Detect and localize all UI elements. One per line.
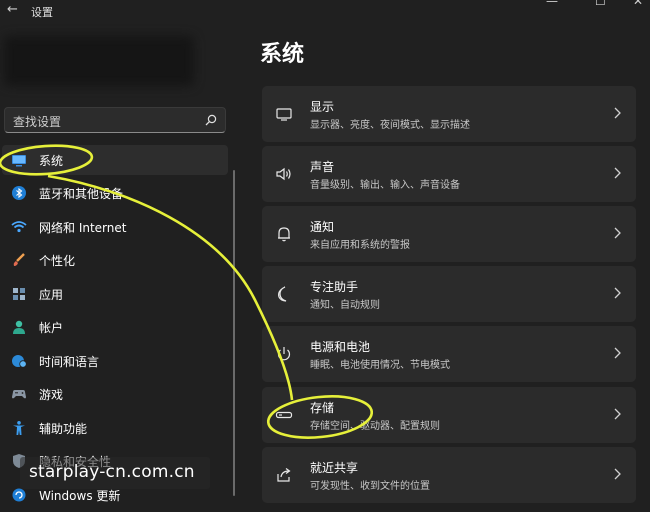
- card-title: 通知: [310, 220, 335, 234]
- card-title: 显示: [310, 100, 335, 114]
- sidebar-item-personalization[interactable]: 个性化: [2, 245, 228, 275]
- settings-card-nearby-sharing[interactable]: 就近共享 可发现性、收到文件的位置: [262, 447, 636, 503]
- power-icon: [277, 347, 291, 361]
- monitor-icon: [276, 108, 292, 121]
- sidebar-item-system[interactable]: 系统: [2, 145, 228, 175]
- sidebar-item-gaming[interactable]: 游戏: [2, 379, 228, 409]
- card-subtitle: 显示器、亮度、夜间模式、显示描述: [310, 120, 470, 131]
- card-subtitle: 可发现性、收到文件的位置: [310, 481, 430, 492]
- sidebar-item-accounts[interactable]: 帐户: [2, 312, 228, 342]
- sidebar-item-apps[interactable]: 应用: [2, 279, 228, 309]
- sidebar-item-accessibility[interactable]: 辅助功能: [2, 413, 228, 443]
- chevron-right-icon: [614, 287, 621, 299]
- card-title: 声音: [310, 160, 335, 174]
- sidebar-item-label: 个性化: [39, 254, 76, 268]
- card-title: 存储: [310, 401, 335, 415]
- bell-icon: [278, 227, 290, 242]
- chevron-right-icon: [614, 408, 621, 420]
- accessibility-icon: [13, 421, 25, 435]
- minimize-button[interactable]: —: [546, 0, 558, 8]
- settings-card-sound[interactable]: 声音 音量级别、输出、输入、声音设备: [262, 146, 636, 202]
- sidebar-item-label: 时间和语言: [39, 355, 100, 369]
- settings-card-power-battery[interactable]: 电源和电池 睡眠、电池使用情况、节电模式: [262, 326, 636, 382]
- sidebar-item-network[interactable]: 网络和 Internet: [2, 212, 228, 242]
- globe-clock-icon: [12, 355, 27, 368]
- card-subtitle: 来自应用和系统的警报: [310, 240, 410, 251]
- wifi-icon: [11, 221, 27, 233]
- sidebar-item-label: 游戏: [39, 388, 64, 402]
- sidebar-item-label: Windows 更新: [39, 489, 121, 503]
- settings-card-display[interactable]: 显示 显示器、亮度、夜间模式、显示描述: [262, 86, 636, 142]
- search-icon[interactable]: [204, 113, 218, 127]
- moon-icon: [278, 286, 287, 302]
- watermark-text: starplay-cn.com.cn: [29, 462, 195, 482]
- chevron-right-icon: [614, 107, 621, 119]
- card-title: 电源和电池: [310, 340, 371, 354]
- bluetooth-icon: [12, 186, 26, 200]
- card-title: 就近共享: [310, 461, 359, 475]
- person-icon: [13, 320, 25, 334]
- update-icon: [12, 488, 26, 502]
- page-title: 系统: [260, 42, 305, 67]
- sidebar-item-label: 系统: [39, 154, 64, 168]
- card-subtitle: 存储空间、驱动器、配置规则: [310, 421, 440, 432]
- sidebar-item-time-language[interactable]: 时间和语言: [2, 346, 228, 376]
- search-input[interactable]: 查找设置: [13, 113, 61, 130]
- speaker-icon: [276, 167, 291, 181]
- sidebar-item-label: 应用: [39, 288, 64, 302]
- title-bar: ← 设置 — ☐ ✕: [0, 0, 650, 22]
- chevron-right-icon: [614, 468, 621, 480]
- sidebar-item-label: 帐户: [39, 321, 64, 335]
- account-profile-redacted[interactable]: [4, 36, 194, 86]
- share-icon: [277, 468, 291, 482]
- app-title: 设置: [31, 6, 53, 19]
- search-box[interactable]: 查找设置: [4, 107, 226, 133]
- card-subtitle: 通知、自动规则: [310, 300, 380, 311]
- storage-icon: [275, 411, 293, 419]
- card-title: 专注助手: [310, 280, 359, 294]
- chevron-right-icon: [614, 167, 621, 179]
- watermark: starplay-cn.com.cn: [20, 457, 210, 489]
- settings-card-focus-assist[interactable]: 专注助手 通知、自动规则: [262, 266, 636, 322]
- chevron-right-icon: [614, 227, 621, 239]
- apps-icon: [13, 288, 25, 300]
- gamepad-icon: [12, 390, 26, 399]
- card-subtitle: 睡眠、电池使用情况、节电模式: [310, 360, 450, 371]
- brush-icon: [13, 253, 25, 266]
- maximize-button[interactable]: ☐: [595, 0, 606, 8]
- display-icon: [12, 155, 26, 167]
- settings-card-storage[interactable]: 存储 存储空间、驱动器、配置规则: [262, 387, 636, 443]
- sidebar-item-label: 辅助功能: [39, 422, 88, 436]
- chevron-right-icon: [614, 347, 621, 359]
- settings-card-notifications[interactable]: 通知 来自应用和系统的警报: [262, 206, 636, 262]
- sidebar-scrollbar[interactable]: [233, 170, 235, 496]
- back-arrow-icon[interactable]: ←: [7, 2, 18, 17]
- sidebar-item-bluetooth[interactable]: 蓝牙和其他设备: [2, 178, 228, 208]
- close-button[interactable]: ✕: [633, 0, 643, 8]
- sidebar-item-label: 蓝牙和其他设备: [39, 187, 124, 201]
- card-subtitle: 音量级别、输出、输入、声音设备: [310, 180, 460, 191]
- sidebar-item-label: 网络和 Internet: [39, 221, 127, 235]
